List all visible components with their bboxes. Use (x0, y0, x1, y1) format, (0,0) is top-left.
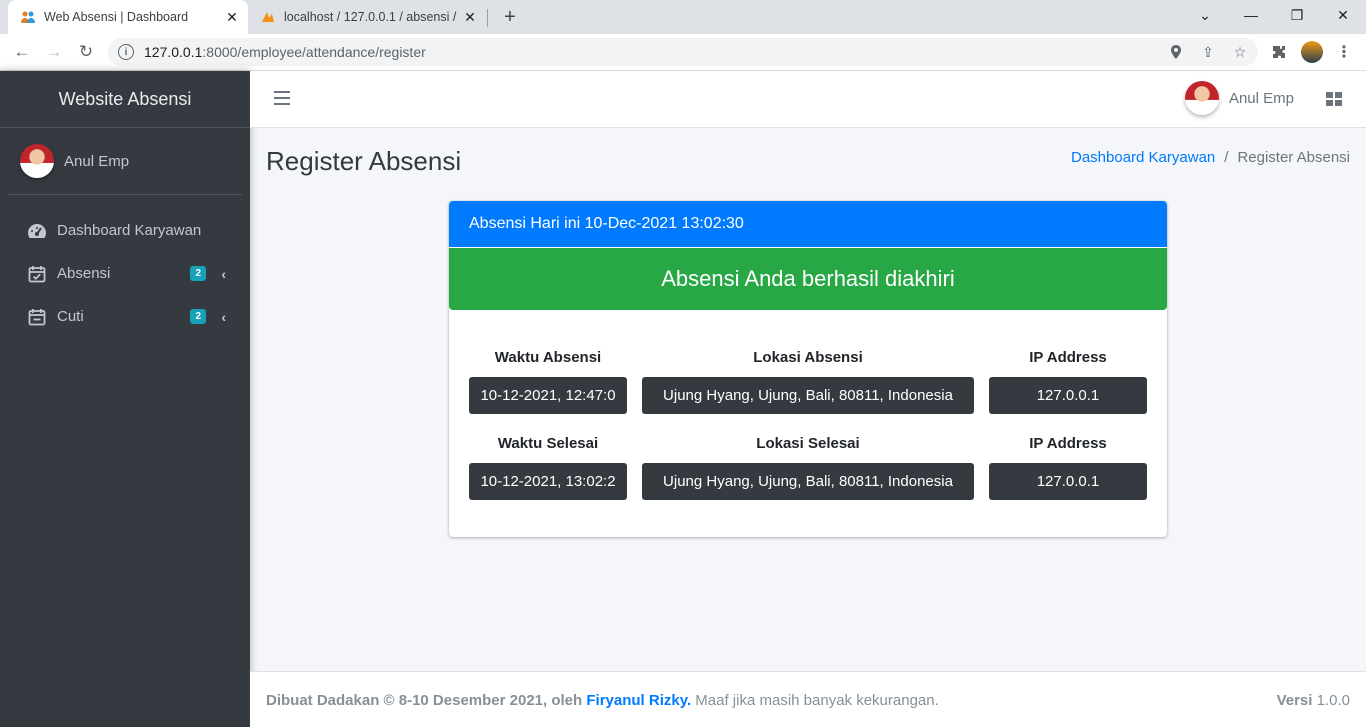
browser-address-bar: ← → ↻ i 127.0.0.1:8000/employee/attendan… (0, 34, 1366, 71)
location-pin-icon[interactable] (1165, 41, 1187, 63)
back-arrow-icon[interactable]: ← (8, 38, 36, 66)
avatar (1184, 81, 1219, 115)
share-icon[interactable]: ⇪ (1197, 41, 1219, 63)
bookmark-star-icon[interactable]: ☆ (1229, 41, 1251, 63)
chevron-left-icon: ‹ (221, 265, 226, 282)
location-label: Lokasi Absensi (753, 349, 863, 366)
minimize-icon[interactable]: — (1228, 0, 1274, 30)
sidebar-item-cuti[interactable]: Cuti 2 ‹ (8, 295, 242, 338)
hamburger-menu-icon[interactable] (274, 91, 290, 105)
breadcrumb-link-dashboard[interactable]: Dashboard Karyawan (1071, 149, 1215, 166)
time-value: 10-12-2021, 13:02:2 (469, 463, 627, 500)
close-window-icon[interactable]: ✕ (1320, 0, 1366, 30)
url-path: :8000/employee/attendance/register (202, 44, 426, 60)
close-tab-icon[interactable]: ✕ (460, 7, 480, 27)
time-label: Waktu Absensi (494, 349, 602, 366)
page-title: Register Absensi (266, 146, 462, 176)
footer-made: Dibuat Dadakan © 8-10 Desember 2021, ole… (266, 692, 583, 709)
count-badge: 2 (190, 309, 206, 324)
footer-credits: Dibuat Dadakan © 8-10 Desember 2021, ole… (266, 692, 939, 709)
ip-value: 127.0.0.1 (989, 377, 1147, 414)
people-favicon-icon (20, 9, 36, 25)
breadcrumb-separator: / (1224, 149, 1229, 166)
close-tab-icon[interactable]: ✕ (222, 7, 242, 27)
content-header: Register Absensi Dashboard Karyawan / Re… (250, 128, 1366, 198)
grid-apps-icon[interactable] (1326, 92, 1342, 106)
ip-label: IP Address (1029, 435, 1107, 452)
chrome-menu-icon[interactable]: ⋮ (1333, 41, 1355, 63)
version-value: 1.0.0 (1316, 692, 1350, 709)
browser-tab-bar: Web Absensi | Dashboard ✕ localhost / 12… (0, 0, 1366, 34)
url-host: 127.0.0.1 (144, 44, 203, 60)
phpmyadmin-favicon-icon (260, 9, 276, 25)
ip-value: 127.0.0.1 (989, 463, 1147, 500)
sidebar-item-label: Absensi (57, 265, 111, 282)
attendance-card: Absensi Hari ini 10-Dec-2021 13:02:30 Ab… (449, 201, 1167, 537)
count-badge: 2 (190, 266, 206, 281)
new-tab-icon[interactable]: + (498, 5, 522, 29)
success-alert: Absensi Anda berhasil diakhiri (449, 248, 1167, 310)
user-menu[interactable]: Anul Emp (1184, 81, 1294, 115)
tab-title: localhost / 127.0.0.1 / absensi / u (284, 10, 460, 24)
time-label: Waktu Selesai (497, 435, 599, 452)
sidebar-nav: Dashboard Karyawan Absensi 2 ‹ Cuti 2 ‹ (0, 195, 250, 338)
top-navbar: Anul Emp (250, 71, 1366, 128)
top-user-name: Anul Emp (1228, 89, 1294, 107)
sidebar-item-dashboard[interactable]: Dashboard Karyawan (8, 209, 242, 252)
browser-tab-inactive[interactable]: localhost / 127.0.0.1 / absensi / u ✕ (250, 0, 486, 34)
brand-link[interactable]: Website Absensi (0, 71, 250, 128)
calendar-check-icon (26, 263, 48, 285)
card-header: Absensi Hari ini 10-Dec-2021 13:02:30 (449, 201, 1167, 247)
sidebar-user-name[interactable]: Anul Emp (64, 153, 129, 170)
forward-arrow-icon[interactable]: → (40, 38, 68, 66)
profile-avatar-icon[interactable] (1301, 41, 1323, 63)
breadcrumb: Dashboard Karyawan / Register Absensi (1071, 149, 1350, 166)
footer-version: Versi 1.0.0 (1277, 692, 1350, 709)
chevron-left-icon: ‹ (221, 308, 226, 325)
ip-label: IP Address (1029, 349, 1107, 366)
tab-separator (487, 9, 488, 27)
location-value: Ujung Hyang, Ujung, Bali, 80811, Indones… (642, 377, 974, 414)
sidebar-item-label: Dashboard Karyawan (57, 222, 202, 239)
reload-icon[interactable]: ↻ (72, 38, 100, 66)
breadcrumb-current: Register Absensi (1237, 149, 1350, 166)
time-value: 10-12-2021, 12:47:0 (469, 377, 627, 414)
avatar (20, 144, 54, 178)
sidebar: Website Absensi Anul Emp Dashboard Karya… (0, 71, 250, 727)
info-icon[interactable]: i (118, 44, 134, 60)
url-input[interactable]: i 127.0.0.1:8000/employee/attendance/reg… (108, 38, 1258, 66)
tachometer-icon (26, 220, 48, 242)
version-label: Versi (1276, 692, 1313, 709)
sidebar-item-absensi[interactable]: Absensi 2 ‹ (8, 252, 242, 295)
extensions-puzzle-icon[interactable] (1268, 41, 1290, 63)
location-label: Lokasi Selesai (756, 435, 860, 452)
location-value: Ujung Hyang, Ujung, Bali, 80811, Indones… (642, 463, 974, 500)
footer-note: Maaf jika masih banyak kekurangan. (695, 692, 939, 709)
sidebar-item-label: Cuti (57, 308, 84, 325)
footer-author-link[interactable]: Firyanul Rizky. (586, 692, 691, 709)
tab-search-chevron-icon[interactable]: ⌄ (1182, 0, 1228, 30)
footer: Dibuat Dadakan © 8-10 Desember 2021, ole… (250, 671, 1366, 727)
sidebar-user-panel[interactable]: Anul Emp (8, 128, 242, 195)
tab-title: Web Absensi | Dashboard (44, 10, 189, 24)
browser-tab-active[interactable]: Web Absensi | Dashboard ✕ (8, 0, 248, 34)
restore-icon[interactable]: ❐ (1274, 0, 1320, 30)
calendar-minus-icon (26, 306, 48, 328)
